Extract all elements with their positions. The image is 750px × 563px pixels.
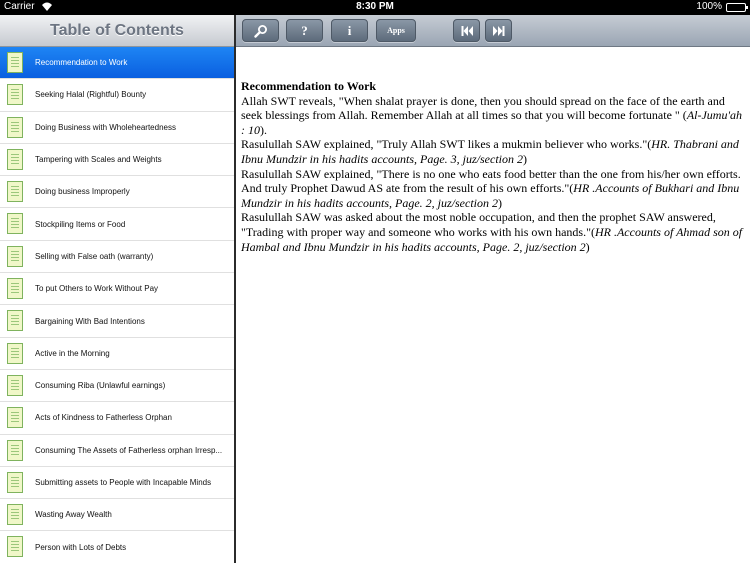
toc-item-label: Recommendation to Work (35, 58, 128, 68)
page-icon (7, 374, 23, 396)
skip-forward-icon (492, 25, 504, 36)
content-pane: ? i Apps Recommendation to Work Allah SW… (236, 15, 750, 563)
battery-percent: 100% (696, 1, 722, 12)
toc-item[interactable]: Recommendation to Work (0, 47, 234, 80)
toc-item[interactable]: Tampering with Scales and Weights (0, 143, 234, 177)
page-icon (7, 407, 23, 429)
toc-item-label: Person with Lots of Debts (35, 542, 127, 552)
paragraph-1: Allah SWT reveals, "When shalat prayer i… (241, 94, 745, 138)
info-button[interactable]: i (331, 19, 368, 42)
toc-item[interactable]: Wasting Away Wealth (0, 499, 234, 532)
status-bar: Carrier 8:30 PM 100% (0, 0, 750, 15)
toc-item-label: Doing business Improperly (35, 187, 130, 197)
toc-item[interactable]: To put Others to Work Without Pay (0, 273, 234, 306)
paragraph-text: Rasulullah SAW explained, "Truly Allah S… (241, 137, 652, 152)
page-icon (7, 278, 23, 300)
toc-item-label: To put Others to Work Without Pay (35, 284, 159, 294)
previous-chapter-button[interactable] (453, 19, 480, 42)
help-button[interactable]: ? (286, 19, 323, 42)
page-icon (7, 504, 23, 526)
toc-list[interactable]: Recommendation to Work Seeking Halal (Rig… (0, 47, 234, 563)
paragraph-end: ) (522, 151, 527, 166)
info-label: i (347, 22, 352, 38)
paragraph-2: Rasulullah SAW explained, "Truly Allah S… (241, 137, 745, 166)
paragraph-text: Allah SWT reveals, "When shalat prayer i… (241, 93, 725, 123)
paragraph-3: Rasulullah SAW explained, "There is no o… (241, 167, 745, 211)
page-icon (7, 84, 23, 106)
toc-item[interactable]: Submitting assets to People with Incapab… (0, 466, 234, 500)
paragraph-4: Rasulullah SAW was asked about the most … (241, 210, 745, 254)
apps-label: Apps (387, 26, 405, 35)
toolbar: ? i Apps (236, 15, 750, 47)
next-chapter-button[interactable] (485, 19, 512, 42)
toc-item[interactable]: Person with Lots of Debts (0, 531, 234, 563)
table-of-contents-pane: Table of Contents Recommendation to Work… (0, 15, 234, 563)
toc-item-label: Doing Business with Wholeheartedness (35, 122, 176, 132)
toc-item[interactable]: Stockpiling Items or Food (0, 208, 234, 241)
page-icon (7, 310, 23, 332)
page-icon (7, 181, 23, 203)
page-icon (7, 148, 23, 170)
toc-item-label: Consuming The Assets of Fatherless orpha… (35, 445, 223, 455)
search-icon (253, 24, 267, 38)
toc-title: Table of Contents (50, 22, 184, 39)
article-content: Recommendation to Work Allah SWT reveals… (236, 47, 750, 254)
toc-item[interactable]: Bargaining With Bad Intentions (0, 305, 234, 338)
page-icon (7, 439, 23, 461)
skip-back-icon (461, 25, 473, 36)
toc-item[interactable]: Selling with False oath (warranty) (0, 240, 234, 274)
toc-item[interactable]: Consuming The Assets of Fatherless orpha… (0, 434, 234, 467)
paragraph-end: ) (498, 195, 502, 210)
toc-item-label: Tampering with Scales and Weights (35, 155, 162, 165)
toc-item[interactable]: Seeking Halal (Rightful) Bounty (0, 79, 234, 112)
paragraph-end: ) (585, 239, 590, 254)
toc-item[interactable]: Doing Business with Wholeheartedness (0, 111, 234, 144)
battery-icon (726, 3, 748, 12)
toc-item[interactable]: Consuming Riba (Unlawful earnings) (0, 369, 234, 403)
toc-item-label: Selling with False oath (warranty) (35, 251, 154, 261)
page-icon (7, 52, 23, 73)
toc-item-label: Submitting assets to People with Incapab… (35, 478, 212, 487)
paragraph-end: ). (260, 122, 267, 137)
page-icon (7, 116, 23, 138)
toc-item-label: Stockpiling Items or Food (35, 219, 126, 229)
toc-item-label: Active in the Morning (35, 348, 110, 358)
help-label: ? (301, 22, 308, 38)
toc-item-label: Seeking Halal (Rightful) Bounty (35, 90, 147, 100)
page-icon (7, 536, 23, 558)
toc-item-label: Acts of Kindness to Fatherless Orphan (35, 413, 172, 423)
toc-item[interactable]: Active in the Morning (0, 337, 234, 370)
page-icon (7, 213, 23, 235)
toc-item-label: Wasting Away Wealth (35, 510, 112, 520)
toc-item-label: Bargaining With Bad Intentions (35, 316, 145, 326)
search-button[interactable] (242, 19, 279, 42)
clock: 8:30 PM (356, 1, 394, 12)
article-heading: Recommendation to Work (241, 79, 377, 93)
toc-header: Table of Contents (0, 15, 234, 47)
toc-item-label: Consuming Riba (Unlawful earnings) (35, 381, 166, 391)
apps-button[interactable]: Apps (376, 19, 416, 42)
toc-item[interactable]: Acts of Kindness to Fatherless Orphan (0, 402, 234, 435)
toc-item[interactable]: Doing business Improperly (0, 176, 234, 209)
page-icon (7, 245, 23, 267)
page-icon (7, 471, 23, 493)
page-icon (7, 342, 23, 364)
